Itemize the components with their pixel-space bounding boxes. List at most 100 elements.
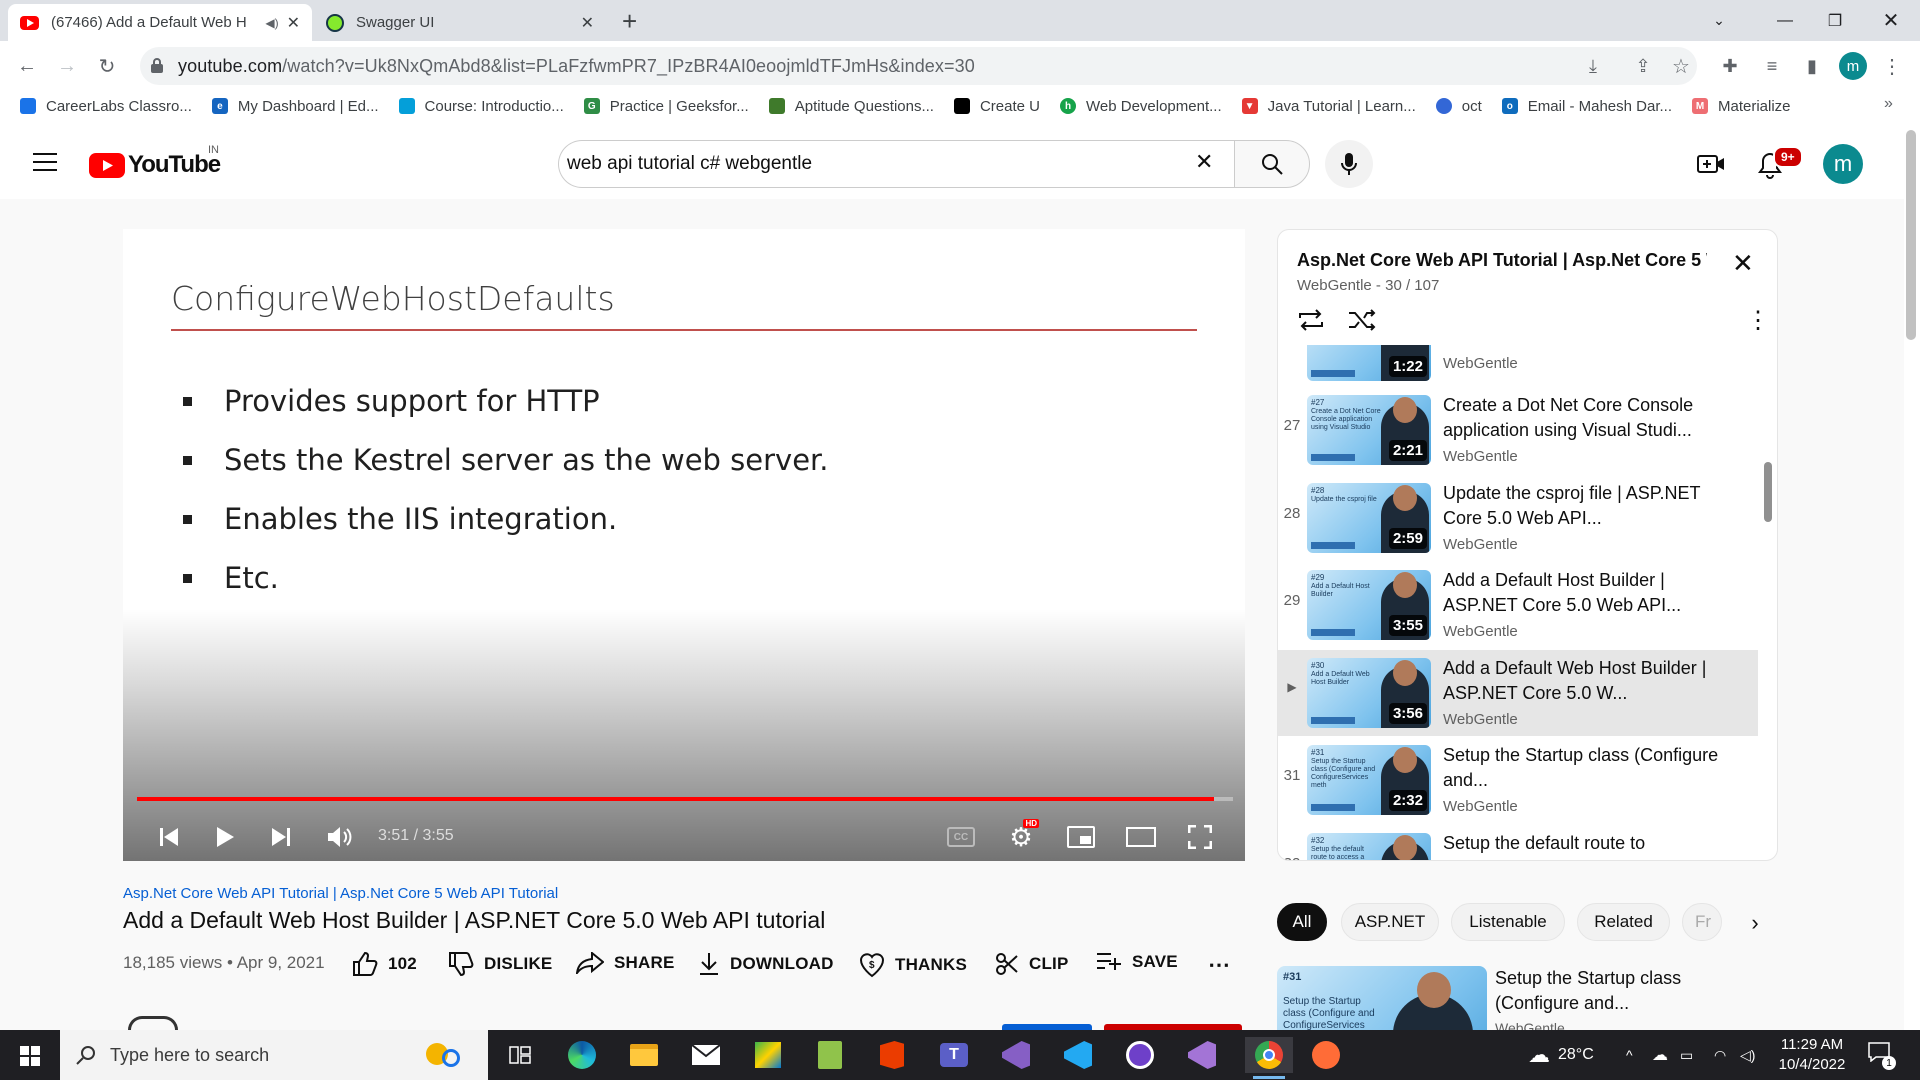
- onedrive-icon[interactable]: ☁: [1652, 1030, 1668, 1080]
- task-view-icon[interactable]: [501, 1037, 539, 1073]
- bookmark-item[interactable]: Create U: [953, 98, 1040, 115]
- notification-center-icon[interactable]: 1: [1868, 1042, 1896, 1070]
- chip-related[interactable]: Related: [1577, 903, 1670, 941]
- youtube-logo[interactable]: YouTube: [89, 151, 221, 179]
- playlist-title[interactable]: Asp.Net Core Web API Tutorial | Asp.Net …: [1297, 250, 1707, 271]
- dislike-button[interactable]: DISLIKE: [448, 952, 552, 976]
- video-player[interactable]: ConfigureWebHostDefaults Provides suppor…: [123, 229, 1245, 861]
- related-video-thumbnail[interactable]: #31 Setup the Startup class (Configure a…: [1277, 966, 1487, 1030]
- search-input[interactable]: web api tutorial c# webgentle: [558, 140, 1235, 188]
- chip-listenable[interactable]: Listenable: [1451, 903, 1565, 941]
- fullscreen-button[interactable]: [1180, 817, 1220, 857]
- tray-overflow-icon[interactable]: ^: [1626, 1030, 1633, 1080]
- browser-menu-icon[interactable]: ⋮: [1876, 50, 1908, 82]
- battery-icon[interactable]: ▭: [1680, 1030, 1693, 1080]
- restore-button[interactable]: ❐: [1810, 0, 1860, 41]
- browser-tab-swagger[interactable]: Swagger UI ✕: [314, 4, 606, 41]
- bookmark-star-icon[interactable]: ☆: [1665, 50, 1697, 82]
- voice-search-button[interactable]: [1325, 140, 1373, 188]
- page-scrollbar-thumb[interactable]: [1906, 130, 1916, 340]
- file-explorer-icon[interactable]: [625, 1037, 663, 1073]
- save-button[interactable]: SAVE: [1096, 952, 1178, 972]
- extensions-icon[interactable]: ✚: [1714, 50, 1746, 82]
- user-avatar[interactable]: m: [1823, 144, 1863, 184]
- clock[interactable]: 11:29 AM 10/4/2022: [1772, 1035, 1852, 1075]
- tab-search-icon[interactable]: ⌄: [1694, 0, 1744, 41]
- previous-button[interactable]: [149, 817, 189, 857]
- bookmark-item[interactable]: o Email - Mahesh Dar...: [1501, 98, 1672, 115]
- playlist-item[interactable]: 29 #29 Add a Default Host Builder 3:55 A…: [1278, 562, 1758, 648]
- playlist-item[interactable]: 31 #31 Setup the Startup class (Configur…: [1278, 737, 1758, 823]
- related-video-title[interactable]: Setup the Startup class (Configure and..…: [1495, 966, 1695, 1016]
- playlist-item[interactable]: 27 #27 Create a Dot Net Core Console app…: [1278, 387, 1758, 473]
- playlist-menu-icon[interactable]: ⋮: [1746, 306, 1770, 335]
- visual-studio-preview-icon[interactable]: [1183, 1037, 1221, 1073]
- install-icon[interactable]: ⤓: [1577, 50, 1609, 82]
- shuffle-icon[interactable]: [1348, 309, 1376, 331]
- playlist-item[interactable]: ▶ #30 Add a Default Web Host Builder 3:5…: [1278, 649, 1758, 736]
- office-icon[interactable]: [873, 1037, 911, 1073]
- reload-button[interactable]: ↻: [90, 49, 124, 83]
- windows-start-icon[interactable]: [20, 1046, 40, 1066]
- like-button[interactable]: 102: [352, 952, 417, 976]
- bookmark-item[interactable]: oct: [1435, 98, 1482, 115]
- close-playlist-icon[interactable]: ✕: [1732, 248, 1754, 279]
- share-button[interactable]: SHARE: [576, 952, 675, 974]
- teams-icon[interactable]: T: [935, 1037, 973, 1073]
- lock-icon[interactable]: [150, 57, 164, 73]
- bookmark-item[interactable]: Aptitude Questions...: [768, 98, 934, 115]
- browser-tab-youtube[interactable]: (67466) Add a Default Web H ◀) ✕: [8, 4, 312, 41]
- create-video-icon[interactable]: [1697, 152, 1725, 176]
- back-button[interactable]: ←: [10, 49, 44, 83]
- playlist-item[interactable]: 32 #32 Setup the default route to access…: [1278, 825, 1758, 860]
- playlist-item[interactable]: 1:22 WebGentle: [1278, 345, 1758, 381]
- hamburger-menu-icon[interactable]: [33, 153, 57, 171]
- address-bar[interactable]: youtube.com/watch?v=Uk8NxQmAbd8&list=PLa…: [140, 47, 1697, 85]
- clear-search-icon[interactable]: ✕: [1195, 149, 1213, 175]
- close-window-button[interactable]: ✕: [1866, 0, 1916, 41]
- miniplayer-button[interactable]: [1061, 817, 1101, 857]
- play-button[interactable]: [205, 817, 245, 857]
- wifi-icon[interactable]: ◠: [1714, 1030, 1726, 1080]
- playlist-item[interactable]: 28 #28 Update the csproj file 2:59 Updat…: [1278, 475, 1758, 561]
- browser-profile-avatar[interactable]: m: [1839, 52, 1867, 80]
- snipping-tool-icon[interactable]: [749, 1037, 787, 1073]
- tab-audio-icon[interactable]: ◀): [265, 16, 278, 30]
- notepad-plus-icon[interactable]: [811, 1037, 849, 1073]
- vscode-icon[interactable]: [1059, 1037, 1097, 1073]
- bookmark-item[interactable]: e My Dashboard | Ed...: [211, 98, 379, 115]
- chip-all[interactable]: All: [1277, 903, 1327, 941]
- bookmark-item[interactable]: CareerLabs Classro...: [20, 98, 192, 115]
- weather-widget[interactable]: ☁ 28°C: [1528, 1030, 1594, 1080]
- visual-studio-icon[interactable]: [997, 1037, 1035, 1073]
- postman-icon[interactable]: [1307, 1037, 1345, 1073]
- github-desktop-icon[interactable]: [1121, 1037, 1159, 1073]
- chip-aspnet[interactable]: ASP.NET: [1341, 903, 1439, 941]
- mute-button[interactable]: [320, 817, 360, 857]
- subtitles-button[interactable]: CC: [941, 817, 981, 857]
- progress-bar[interactable]: [137, 797, 1233, 801]
- loop-icon[interactable]: [1297, 309, 1325, 331]
- reading-list-icon[interactable]: ≡: [1756, 50, 1788, 82]
- settings-button[interactable]: ⚙ HD: [1001, 817, 1041, 857]
- speaker-icon[interactable]: ◁): [1740, 1030, 1755, 1080]
- clip-button[interactable]: CLIP: [995, 952, 1069, 976]
- search-highlight-icon[interactable]: [406, 1039, 476, 1071]
- bookmarks-overflow-icon[interactable]: »: [1884, 95, 1893, 113]
- share-icon[interactable]: ⇪: [1627, 50, 1659, 82]
- close-tab-icon[interactable]: ✕: [581, 13, 594, 33]
- playlist-scrollbar[interactable]: [1764, 462, 1772, 522]
- bookmark-item[interactable]: h Web Development...: [1060, 98, 1222, 115]
- minimize-button[interactable]: —: [1760, 0, 1810, 41]
- more-actions-icon[interactable]: ⋯: [1208, 952, 1230, 978]
- playlist-link[interactable]: Asp.Net Core Web API Tutorial | Asp.Net …: [123, 885, 558, 902]
- bookmark-item[interactable]: Course: Introductio...: [398, 98, 564, 115]
- bookmark-item[interactable]: ▼ Java Tutorial | Learn...: [1241, 98, 1416, 115]
- new-tab-button[interactable]: +: [622, 6, 637, 37]
- download-button[interactable]: DOWNLOAD: [698, 952, 834, 976]
- search-button[interactable]: [1234, 140, 1310, 188]
- chips-next-icon[interactable]: ›: [1738, 906, 1772, 940]
- side-panel-icon[interactable]: ▮: [1796, 50, 1828, 82]
- bookmark-item[interactable]: M Materialize: [1692, 98, 1791, 115]
- forward-button[interactable]: →: [50, 49, 84, 83]
